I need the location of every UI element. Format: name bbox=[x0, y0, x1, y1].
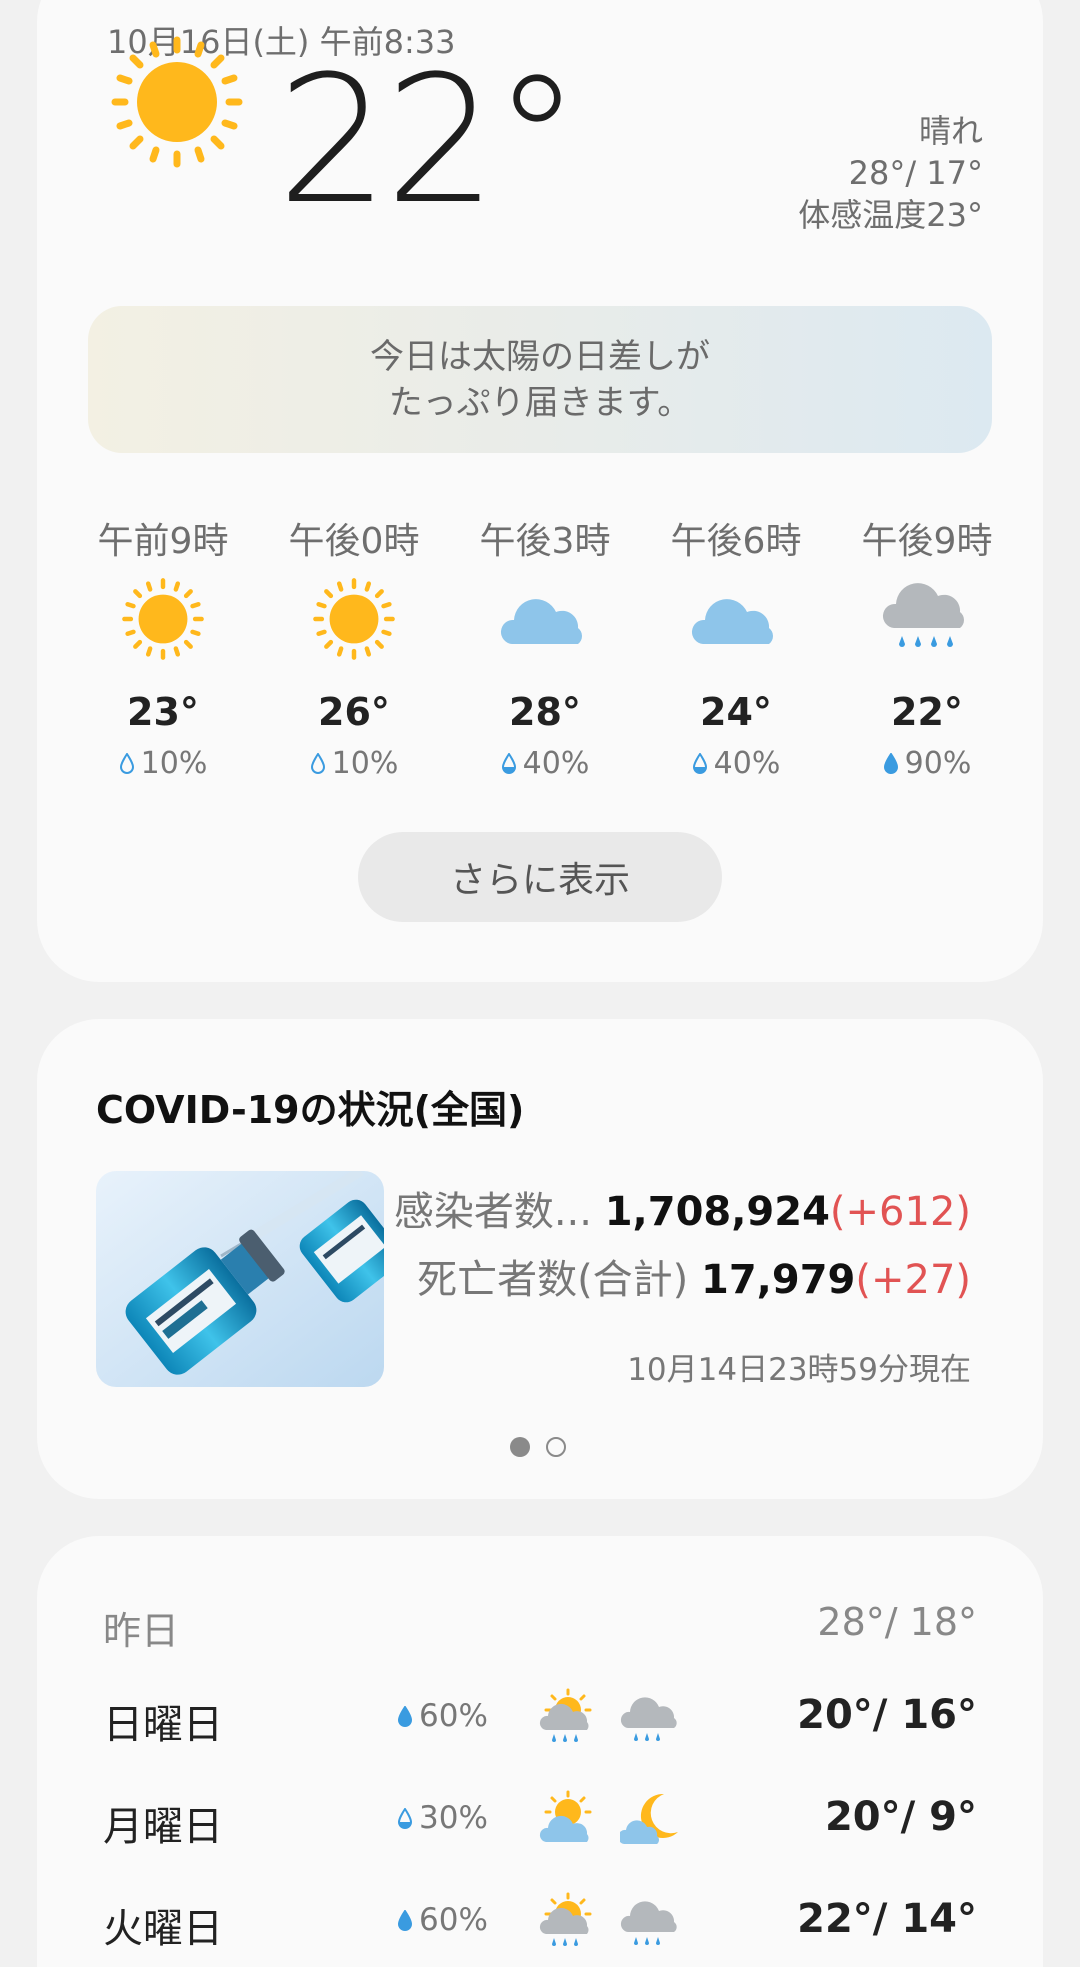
rain-cloud-icon bbox=[620, 1686, 682, 1748]
sun-icon bbox=[107, 32, 247, 176]
hour-temperature: 24° bbox=[700, 690, 772, 734]
hour-pop-value: 90% bbox=[904, 746, 972, 781]
raindrop-icon bbox=[397, 1808, 413, 1829]
hour-label: 午後9時 bbox=[861, 521, 993, 562]
hour-temperature: 28° bbox=[509, 690, 581, 734]
hour-pop-value: 40% bbox=[522, 746, 590, 781]
current-weather-card[interactable]: 10月16日(土) 午前8:33 22° 晴れ 28°/ 17° 体感温度23°… bbox=[37, 0, 1043, 982]
summary-line-2: たっぷり届きます。 bbox=[388, 382, 692, 423]
hour-pop-value: 40% bbox=[713, 746, 781, 781]
daily-forecast-card[interactable]: 昨日 28°/ 18° 日曜日 60% 20°/ 16° 月曜日 30% 20°… bbox=[37, 1536, 1043, 1967]
day-name: 火曜日 bbox=[103, 1906, 223, 1952]
rain-cloud-icon bbox=[882, 574, 972, 664]
sun-icon bbox=[118, 574, 208, 664]
raindrop-icon bbox=[119, 753, 134, 774]
page-dot-active[interactable] bbox=[510, 1437, 530, 1457]
page-indicator[interactable] bbox=[510, 1437, 566, 1457]
day-temperature: 22°/ 14° bbox=[797, 1896, 977, 1942]
hour-pop-value: 10% bbox=[140, 746, 208, 781]
daily-row[interactable]: 日曜日 60% 20°/ 16° bbox=[37, 1686, 1043, 1776]
raindrop-icon bbox=[397, 1910, 413, 1931]
show-more-button[interactable]: さらに表示 bbox=[358, 832, 722, 922]
yesterday-temp: 28°/ 18° bbox=[817, 1600, 977, 1644]
hour-label: 午前9時 bbox=[97, 521, 229, 562]
raindrop-icon bbox=[501, 753, 516, 774]
vaccine-image bbox=[96, 1171, 384, 1387]
hour-temperature: 22° bbox=[891, 690, 963, 734]
day-precipitation: 60% bbox=[397, 1698, 488, 1734]
cloud-icon bbox=[691, 574, 781, 664]
hour-precipitation: 90% bbox=[842, 746, 1012, 781]
feels-like-temp: 体感温度23° bbox=[798, 196, 983, 234]
sun-rain-icon bbox=[538, 1686, 600, 1748]
hour-label: 午後3時 bbox=[479, 521, 611, 562]
day-pop-value: 30% bbox=[419, 1800, 488, 1836]
sun-rain-icon bbox=[538, 1890, 600, 1952]
hour-temperature: 26° bbox=[318, 690, 390, 734]
day-temperature: 20°/ 16° bbox=[797, 1692, 977, 1738]
infected-value: 1,708,924 bbox=[604, 1189, 830, 1235]
deaths-label: 死亡者数(合計) bbox=[417, 1257, 689, 1303]
day-temperature: 20°/ 9° bbox=[824, 1794, 977, 1840]
cloud-icon bbox=[500, 574, 590, 664]
day-name: 月曜日 bbox=[103, 1804, 223, 1850]
covid-title: COVID-19の状況(全国) bbox=[96, 1088, 525, 1132]
weather-summary-banner: 今日は太陽の日差しが たっぷり届きます。 bbox=[88, 306, 992, 453]
sun-cloud-icon bbox=[538, 1788, 600, 1850]
yesterday-label: 昨日 bbox=[103, 1609, 180, 1653]
deaths-value: 17,979 bbox=[701, 1257, 856, 1303]
day-pop-value: 60% bbox=[419, 1902, 488, 1938]
rain-cloud-icon bbox=[620, 1890, 682, 1952]
sun-icon bbox=[309, 574, 399, 664]
condition-text: 晴れ bbox=[918, 112, 983, 150]
infected-stat: 感染者数... 1,708,924(+612) bbox=[394, 1179, 971, 1237]
infected-delta: (+612) bbox=[829, 1189, 971, 1235]
deaths-delta: (+27) bbox=[855, 1257, 971, 1303]
infected-label: 感染者数... bbox=[393, 1189, 592, 1235]
hour-label: 午後0時 bbox=[288, 521, 420, 562]
hour-pop-value: 10% bbox=[331, 746, 399, 781]
moon-cloud-icon bbox=[617, 1788, 682, 1850]
page-dot[interactable] bbox=[546, 1437, 566, 1457]
raindrop-icon bbox=[692, 753, 707, 774]
summary-line-1: 今日は太陽の日差しが bbox=[370, 336, 710, 377]
daily-row[interactable]: 月曜日 30% 20°/ 9° bbox=[37, 1788, 1043, 1878]
deaths-stat: 死亡者数(合計) 17,979(+27) bbox=[417, 1247, 971, 1305]
high-low-temp: 28°/ 17° bbox=[848, 154, 983, 192]
covid-card[interactable]: COVID-19の状況(全国) 感染者数... 1,708,924(+612) … bbox=[37, 1019, 1043, 1499]
hour-precipitation: 10% bbox=[78, 746, 248, 781]
hour-precipitation: 40% bbox=[651, 746, 821, 781]
condition-box: 晴れ 28°/ 17° 体感温度23° bbox=[798, 110, 983, 236]
hour-temperature: 23° bbox=[127, 690, 199, 734]
hour-label: 午後6時 bbox=[670, 521, 802, 562]
hour-precipitation: 40% bbox=[460, 746, 630, 781]
covid-as-of: 10月14日23時59分現在 bbox=[627, 1352, 971, 1388]
raindrop-icon bbox=[397, 1706, 413, 1727]
raindrop-icon bbox=[310, 753, 325, 774]
day-pop-value: 60% bbox=[419, 1698, 488, 1734]
day-precipitation: 30% bbox=[397, 1800, 488, 1836]
current-temperature: 22° bbox=[277, 38, 581, 243]
raindrop-icon bbox=[883, 753, 898, 774]
day-name: 日曜日 bbox=[103, 1702, 223, 1748]
day-precipitation: 60% bbox=[397, 1902, 488, 1938]
daily-row[interactable]: 火曜日 60% 22°/ 14° bbox=[37, 1890, 1043, 1967]
hour-precipitation: 10% bbox=[269, 746, 439, 781]
